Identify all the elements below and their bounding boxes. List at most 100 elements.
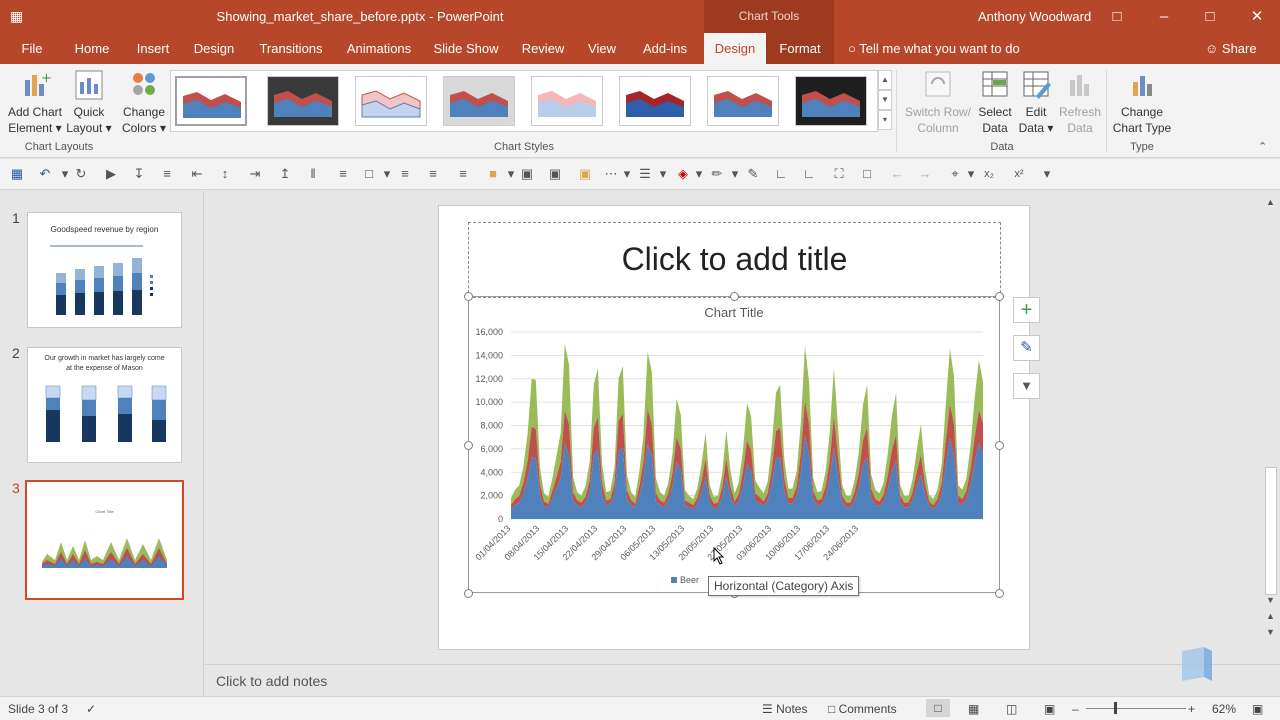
tab-insert[interactable]: Insert (128, 33, 178, 64)
align-left-icon[interactable]: ⇤ (190, 167, 204, 181)
shapes-dropdown-icon[interactable]: ▾ (504, 167, 518, 181)
vertical-scrollbar[interactable]: ▲ ▼ ▲ ▼ (1262, 191, 1280, 663)
arrow-left-icon[interactable]: ← (890, 167, 904, 181)
chart-style-2[interactable] (267, 76, 339, 126)
bring-forward-icon[interactable]: ▣ (520, 167, 534, 181)
gallery-more-icon[interactable]: ▾ (878, 110, 892, 130)
slide-sorter-icon[interactable]: ▦ (968, 702, 979, 716)
vertical-axis-labels[interactable]: 0 2,000 4,000 6,000 8,000 10,000 12,000 14,000 1… (475, 327, 503, 524)
start-presentation-icon[interactable]: ▶ (104, 167, 118, 181)
slide-thumbnail-3[interactable]: Chart Title (25, 480, 184, 600)
tab-transitions[interactable]: Transitions (252, 33, 330, 64)
connector-icon[interactable]: ∟ (802, 167, 816, 181)
fit-icon[interactable]: ⌖ (948, 167, 962, 181)
connector-elbow-icon[interactable]: ∟ (774, 167, 788, 181)
chart-style-6[interactable] (619, 76, 691, 126)
maximize-button[interactable]: □ (1187, 0, 1233, 33)
align-center-icon[interactable]: ↕ (218, 167, 232, 181)
send-backward-icon[interactable]: ▣ (548, 167, 562, 181)
chart-style-7[interactable] (707, 76, 779, 126)
collapse-ribbon-icon[interactable]: ⌃ (1258, 140, 1267, 153)
title-placeholder[interactable]: Click to add title (468, 222, 1001, 298)
align-right-icon[interactable]: ⇥ (248, 167, 262, 181)
horizontal-category-axis[interactable]: 01/04/201308/04/201315/04/201322/04/2013… (473, 523, 860, 562)
zoom-out-icon[interactable]: – (1072, 702, 1079, 716)
stacked-area-chart[interactable]: Chart Title 0 2,000 4,000 6,000 8,000 10,000 1… (469, 297, 999, 592)
undo-dropdown-icon[interactable]: ▾ (58, 167, 72, 181)
text-align-left-icon[interactable]: ≡ (398, 167, 412, 181)
notes-toggle[interactable]: ☰ Notes (762, 702, 807, 716)
resize-handle-top[interactable] (730, 292, 739, 301)
chart-style-4[interactable] (443, 76, 515, 126)
chart-style-1[interactable] (175, 76, 247, 126)
slide-show-icon[interactable]: ▣ (1044, 702, 1055, 716)
scroll-up-icon[interactable]: ▲ (1266, 197, 1275, 207)
shape-fill-dropdown-icon[interactable]: ▾ (692, 167, 706, 181)
change-colors-button[interactable]: Change Colors ▾ (118, 70, 170, 136)
share-button[interactable]: ☺ Share (1205, 41, 1257, 56)
size-icon[interactable]: □ (362, 167, 376, 181)
resize-handle-right[interactable] (995, 441, 1004, 450)
gallery-scroll-up-icon[interactable]: ▲ (878, 70, 892, 90)
distribute-horizontal-icon[interactable]: ‖ (306, 167, 320, 181)
ribbon-display-options-icon[interactable]: □ (1094, 0, 1140, 33)
tab-review[interactable]: Review (514, 33, 572, 64)
shapes-icon[interactable]: ■ (486, 167, 500, 181)
tab-animations[interactable]: Animations (340, 33, 418, 64)
chart-filters-icon[interactable]: ▼ (1013, 373, 1040, 399)
resize-handle-bottom-right[interactable] (995, 589, 1004, 598)
refresh-data-button[interactable]: Refresh Data (1058, 70, 1102, 136)
tab-chart-design[interactable]: Design (704, 33, 766, 64)
line-weight-icon[interactable]: ☰ (638, 167, 652, 181)
tab-file[interactable]: File (10, 33, 54, 64)
notes-pane[interactable]: Click to add notes (205, 664, 1280, 696)
tab-view[interactable]: View (582, 33, 622, 64)
previous-slide-icon[interactable]: ▲ (1266, 611, 1275, 621)
shape-outline-icon[interactable]: ✏ (710, 167, 724, 181)
zoom-slider-thumb[interactable] (1114, 702, 1117, 714)
chart-title[interactable]: Chart Title (704, 305, 763, 320)
redo-icon[interactable]: ↻ (74, 167, 88, 181)
spell-check-icon[interactable]: ✓ (86, 702, 96, 716)
distribute-vertical-icon[interactable]: ≡ (336, 167, 350, 181)
gallery-scroll-down-icon[interactable]: ▼ (878, 90, 892, 110)
zoom-in-icon[interactable]: + (1188, 702, 1195, 716)
plot-area[interactable] (511, 343, 983, 519)
tab-slide-show[interactable]: Slide Show (430, 33, 502, 64)
tell-me-search[interactable]: ○ Tell me what you want to do (848, 41, 1020, 56)
chart-style-3[interactable] (355, 76, 427, 126)
change-chart-type-button[interactable]: Change Chart Type (1110, 70, 1174, 136)
legend[interactable]: Beer (671, 575, 699, 585)
next-slide-icon[interactable]: ▼ (1266, 627, 1275, 637)
slide-thumbnail-2[interactable]: Our growth in market has largely come at … (27, 347, 182, 463)
text-align-center-icon[interactable]: ≡ (426, 167, 440, 181)
crop-icon[interactable]: ⛶ (832, 167, 846, 181)
line-weight-dropdown-icon[interactable]: ▾ (656, 167, 670, 181)
chart-elements-plus-icon[interactable]: + (1013, 297, 1040, 323)
size-dropdown-icon[interactable]: ▾ (380, 167, 394, 181)
undo-icon[interactable]: ↶ (38, 167, 52, 181)
switch-row-column-button[interactable]: Switch Row/Column (900, 70, 976, 136)
line-dash-icon[interactable]: ⋯ (604, 167, 618, 181)
save-icon[interactable]: ▦ (10, 167, 24, 181)
zoom-level[interactable]: 62% (1212, 702, 1236, 716)
chart-style-5[interactable] (531, 76, 603, 126)
tab-add-ins[interactable]: Add-ins (634, 33, 696, 64)
close-button[interactable]: ✕ (1234, 0, 1280, 33)
subscript-icon[interactable]: x₂ (982, 167, 996, 181)
resize-handle-top-right[interactable] (995, 292, 1004, 301)
shape-outline-dropdown-icon[interactable]: ▾ (728, 167, 742, 181)
scroll-down-icon[interactable]: ▼ (1266, 595, 1275, 605)
fit-dropdown-icon[interactable]: ▾ (964, 167, 978, 181)
resize-handle-bottom-left[interactable] (464, 589, 473, 598)
scroll-thumb[interactable] (1265, 467, 1277, 595)
tab-design[interactable]: Design (188, 33, 240, 64)
align-bottom-icon[interactable]: ↧ (132, 167, 146, 181)
shape-fill-icon[interactable]: ◈ (676, 167, 690, 181)
align-middle-icon[interactable]: ≡ (160, 167, 174, 181)
fit-slide-icon[interactable]: ▣ (1252, 702, 1263, 716)
add-chart-element-button[interactable]: + Add Chart Element ▾ (4, 70, 66, 136)
chart-object[interactable]: Chart Title 0 2,000 4,000 6,000 8,000 10,000 1… (468, 296, 1000, 593)
comments-toggle[interactable]: □ Comments (828, 702, 897, 716)
group-objects-icon[interactable]: ▣ (578, 167, 592, 181)
